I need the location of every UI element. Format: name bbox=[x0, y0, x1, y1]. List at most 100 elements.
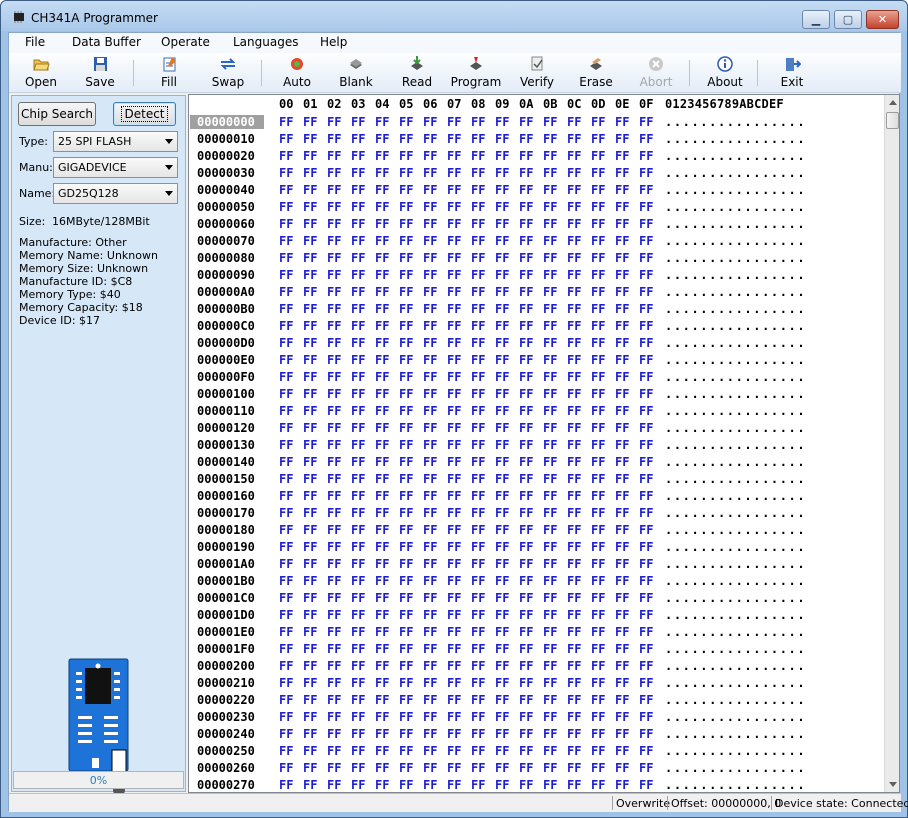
hex-byte[interactable]: FF bbox=[399, 523, 413, 537]
hex-byte[interactable]: FF bbox=[447, 404, 461, 418]
hex-byte[interactable]: FF bbox=[615, 676, 629, 690]
hex-byte[interactable]: FF bbox=[591, 285, 605, 299]
hex-byte[interactable]: FF bbox=[543, 540, 557, 554]
hex-byte[interactable]: FF bbox=[495, 438, 509, 452]
hex-byte[interactable]: FF bbox=[279, 472, 293, 486]
hex-byte[interactable]: FF bbox=[447, 183, 461, 197]
hex-byte[interactable]: FF bbox=[639, 693, 653, 707]
hex-byte[interactable]: FF bbox=[327, 523, 341, 537]
hex-byte[interactable]: FF bbox=[399, 676, 413, 690]
hex-byte[interactable]: FF bbox=[399, 472, 413, 486]
hex-row[interactable]: 00000090 FF FF FF FF FF FF FF FF FF FF FF FF FF FF FF FF… bbox=[189, 267, 884, 284]
hex-byte[interactable]: FF bbox=[423, 387, 437, 401]
hex-byte[interactable]: FF bbox=[567, 625, 581, 639]
hex-byte[interactable]: FF bbox=[303, 166, 317, 180]
hex-byte[interactable]: FF bbox=[447, 676, 461, 690]
hex-byte[interactable]: FF bbox=[639, 319, 653, 333]
hex-byte[interactable]: FF bbox=[567, 183, 581, 197]
hex-byte[interactable]: FF bbox=[567, 761, 581, 775]
hex-byte[interactable]: FF bbox=[639, 574, 653, 588]
hex-byte[interactable]: FF bbox=[351, 472, 365, 486]
hex-byte[interactable]: FF bbox=[519, 676, 533, 690]
hex-byte[interactable]: FF bbox=[423, 574, 437, 588]
hex-byte[interactable]: FF bbox=[399, 183, 413, 197]
hex-byte[interactable]: FF bbox=[543, 472, 557, 486]
hex-byte[interactable]: FF bbox=[471, 404, 485, 418]
ascii-cells[interactable]: ................ bbox=[665, 438, 806, 452]
hex-byte[interactable]: FF bbox=[615, 744, 629, 758]
hex-byte[interactable]: FF bbox=[615, 455, 629, 469]
hex-byte[interactable]: FF bbox=[519, 506, 533, 520]
hex-byte[interactable]: FF bbox=[351, 268, 365, 282]
hex-byte[interactable]: FF bbox=[543, 659, 557, 673]
hex-byte[interactable]: FF bbox=[471, 166, 485, 180]
hex-byte[interactable]: FF bbox=[639, 455, 653, 469]
hex-byte[interactable]: FF bbox=[447, 659, 461, 673]
hex-byte[interactable]: FF bbox=[399, 591, 413, 605]
hex-byte[interactable]: FF bbox=[519, 727, 533, 741]
hex-byte[interactable]: FF bbox=[543, 336, 557, 350]
hex-row[interactable]: 00000270 FF FF FF FF FF FF FF FF FF FF FF FF FF FF FF FF… bbox=[189, 777, 884, 792]
hex-row[interactable]: 000000B0 FF FF FF FF FF FF FF FF FF FF FF FF FF FF FF FF… bbox=[189, 301, 884, 318]
hex-byte[interactable]: FF bbox=[615, 710, 629, 724]
hex-byte[interactable]: FF bbox=[591, 234, 605, 248]
hex-row[interactable]: 00000040 FF FF FF FF FF FF FF FF FF FF FF FF FF FF FF FF… bbox=[189, 182, 884, 199]
hex-byte[interactable]: FF bbox=[447, 336, 461, 350]
hex-byte[interactable]: FF bbox=[447, 693, 461, 707]
hex-byte[interactable]: FF bbox=[399, 761, 413, 775]
hex-byte[interactable]: FF bbox=[543, 574, 557, 588]
hex-byte[interactable]: FF bbox=[399, 234, 413, 248]
hex-byte[interactable]: FF bbox=[279, 608, 293, 622]
hex-byte[interactable]: FF bbox=[615, 217, 629, 231]
hex-byte[interactable]: FF bbox=[303, 608, 317, 622]
hex-byte[interactable]: FF bbox=[279, 744, 293, 758]
hex-byte[interactable]: FF bbox=[519, 608, 533, 622]
hex-byte[interactable]: FF bbox=[327, 608, 341, 622]
hex-byte[interactable]: FF bbox=[351, 523, 365, 537]
hex-byte[interactable]: FF bbox=[519, 455, 533, 469]
ascii-cells[interactable]: ................ bbox=[665, 591, 806, 605]
hex-row[interactable]: 00000110 FF FF FF FF FF FF FF FF FF FF FF FF FF FF FF FF… bbox=[189, 403, 884, 420]
erase-button[interactable]: Erase bbox=[566, 53, 626, 93]
hex-byte[interactable]: FF bbox=[543, 370, 557, 384]
hex-byte[interactable]: FF bbox=[471, 370, 485, 384]
hex-byte[interactable]: FF bbox=[447, 761, 461, 775]
hex-byte[interactable]: FF bbox=[471, 693, 485, 707]
hex-byte[interactable]: FF bbox=[567, 200, 581, 214]
hex-byte[interactable]: FF bbox=[471, 540, 485, 554]
hex-byte[interactable]: FF bbox=[495, 421, 509, 435]
hex-byte[interactable]: FF bbox=[519, 404, 533, 418]
vertical-scrollbar[interactable] bbox=[884, 95, 899, 792]
hex-byte[interactable]: FF bbox=[639, 625, 653, 639]
hex-byte[interactable]: FF bbox=[423, 540, 437, 554]
hex-byte[interactable]: FF bbox=[447, 421, 461, 435]
hex-byte[interactable]: FF bbox=[303, 625, 317, 639]
hex-byte[interactable]: FF bbox=[375, 234, 389, 248]
hex-byte[interactable]: FF bbox=[615, 234, 629, 248]
hex-byte[interactable]: FF bbox=[471, 676, 485, 690]
hex-byte[interactable]: FF bbox=[639, 557, 653, 571]
hex-byte[interactable]: FF bbox=[471, 251, 485, 265]
hex-byte[interactable]: FF bbox=[375, 676, 389, 690]
hex-byte[interactable]: FF bbox=[327, 710, 341, 724]
hex-byte[interactable]: FF bbox=[591, 693, 605, 707]
hex-byte[interactable]: FF bbox=[279, 336, 293, 350]
hex-byte[interactable]: FF bbox=[279, 455, 293, 469]
hex-byte[interactable]: FF bbox=[303, 421, 317, 435]
hex-byte[interactable]: FF bbox=[495, 472, 509, 486]
hex-byte[interactable]: FF bbox=[591, 115, 605, 129]
hex-byte[interactable]: FF bbox=[351, 302, 365, 316]
ascii-cells[interactable]: ................ bbox=[665, 778, 806, 792]
hex-byte[interactable]: FF bbox=[399, 200, 413, 214]
hex-byte[interactable]: FF bbox=[615, 591, 629, 605]
hex-byte[interactable]: FF bbox=[543, 149, 557, 163]
hex-byte[interactable]: FF bbox=[567, 251, 581, 265]
hex-byte[interactable]: FF bbox=[447, 149, 461, 163]
hex-byte[interactable]: FF bbox=[615, 472, 629, 486]
hex-byte[interactable]: FF bbox=[327, 217, 341, 231]
hex-byte[interactable]: FF bbox=[519, 693, 533, 707]
hex-row[interactable]: 00000130 FF FF FF FF FF FF FF FF FF FF FF FF FF FF FF FF… bbox=[189, 437, 884, 454]
ascii-cells[interactable]: ................ bbox=[665, 489, 806, 503]
hex-byte[interactable]: FF bbox=[615, 200, 629, 214]
hex-byte[interactable]: FF bbox=[375, 506, 389, 520]
